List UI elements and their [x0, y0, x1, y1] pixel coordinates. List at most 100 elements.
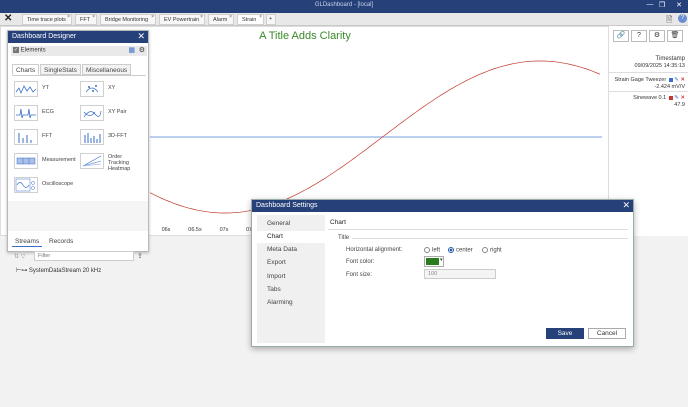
tab-charts[interactable]: Charts	[12, 64, 40, 75]
designer-header[interactable]: Dashboard Designer ✕	[8, 31, 148, 43]
edit-icon[interactable]: ✎	[674, 77, 679, 83]
radio-label: right	[490, 247, 502, 254]
close-icon[interactable]: ×	[67, 14, 70, 20]
divider	[12, 75, 146, 76]
section-title: Chart	[330, 219, 346, 226]
font-size-input[interactable]	[424, 269, 496, 279]
tab-miscellaneous[interactable]: Miscellaneous	[82, 64, 132, 75]
color-swatch-icon	[668, 95, 673, 100]
tab-label: FFT	[80, 17, 91, 23]
add-tab-button[interactable]: +	[266, 14, 276, 25]
xy-chart-icon	[80, 81, 104, 97]
align-right-option[interactable]: right	[482, 247, 502, 254]
chart-type-label: XY	[108, 85, 116, 91]
minimize-icon[interactable]: —	[644, 1, 656, 8]
checkbox-icon[interactable]: ✓	[13, 47, 19, 53]
designer-title: Dashboard Designer	[12, 33, 77, 40]
settings-nav: General Chart Meta Data Export Import Ta…	[257, 215, 325, 343]
tab-time-trace-plots[interactable]: Time trace plots ×	[22, 14, 72, 25]
edit-icon[interactable]: ✎	[674, 95, 679, 101]
channel-name: Sinewave 0.1	[633, 95, 667, 101]
3d-fft-chart-icon	[80, 129, 104, 145]
nav-tabs[interactable]: Tabs	[257, 284, 325, 296]
xy-pair-chart-icon	[80, 105, 104, 121]
trash-icon[interactable]: 🗑	[667, 30, 683, 42]
channel-row[interactable]: Strain Gage Tweezer ✎ ✕	[615, 77, 685, 83]
radio-icon[interactable]	[424, 247, 430, 253]
link-icon[interactable]: 🔗	[613, 30, 629, 42]
tab-strain[interactable]: Strain ×	[237, 14, 264, 25]
filter-icon[interactable]: ⇅ ▽	[14, 253, 25, 260]
tab-bar: Time trace plots × FFT × Bridge Monitoring…	[0, 13, 688, 26]
stream-item[interactable]: ⊢⊶ SystemDataStream 20 kHz	[16, 267, 101, 274]
close-icon[interactable]: ×	[259, 14, 262, 20]
align-left-option[interactable]: left	[424, 247, 440, 254]
stream-tree-icon: ⊢⊶	[16, 268, 28, 274]
oscilloscope-chart-icon	[14, 177, 38, 193]
divider	[609, 72, 688, 73]
nav-general[interactable]: General	[257, 218, 325, 230]
align-center-option[interactable]: center	[448, 247, 473, 254]
filter-input[interactable]	[34, 251, 134, 261]
help-button-icon[interactable]: ?	[631, 30, 647, 42]
window-title: GLDashboard - [local]	[314, 2, 374, 8]
radio-selected-icon[interactable]	[448, 247, 454, 253]
window-titlebar: GLDashboard - [local] — ❐ ✕	[0, 0, 688, 13]
restore-icon[interactable]: ❐	[656, 1, 668, 9]
x-tick-label: 07s	[220, 227, 229, 233]
close-icon[interactable]: ×	[151, 14, 154, 20]
tab-records[interactable]: Records	[46, 236, 76, 247]
font-color-label: Font color:	[346, 259, 375, 265]
channel-name: Strain Gage Tweezer	[614, 77, 667, 83]
font-color-picker[interactable]: ▾	[424, 256, 444, 267]
tab-fft[interactable]: FFT ×	[75, 14, 97, 25]
nav-alarming[interactable]: Alarming	[257, 297, 325, 309]
tab-label: EV Powertrain	[164, 17, 200, 23]
save-button[interactable]: Save	[546, 328, 584, 339]
nav-chart[interactable]: Chart	[257, 231, 325, 243]
window-close-icon[interactable]: ✕	[673, 1, 685, 9]
close-icon[interactable]: ✕	[137, 31, 145, 42]
settings-header[interactable]: Dashboard Settings ✕	[252, 200, 633, 212]
channel-row[interactable]: Sinewave 0.1 ✎ ✕	[633, 95, 685, 101]
close-icon[interactable]: ×	[229, 14, 232, 20]
close-icon[interactable]: ×	[92, 14, 95, 20]
tab-alarm[interactable]: Alarm ×	[208, 14, 234, 25]
nav-export[interactable]: Export	[257, 257, 325, 269]
tab-singlestats[interactable]: SingleStats	[40, 64, 81, 75]
divider	[609, 91, 688, 92]
tab-streams[interactable]: Streams	[12, 236, 43, 247]
help-icon[interactable]: ?	[678, 14, 687, 23]
dashboard-designer-panel: Dashboard Designer ✕ ✓ Elements ▦ ⚙ Chart…	[7, 30, 149, 274]
chart-type-label: XY Pair	[108, 109, 127, 115]
grid-icon[interactable]: ▦	[128, 46, 135, 54]
chart-type-label: Oscilloscope	[42, 181, 74, 187]
nav-meta-data[interactable]: Meta Data	[257, 244, 325, 256]
tab-bridge-monitoring[interactable]: Bridge Monitoring ×	[100, 14, 156, 25]
upload-icon[interactable]: ⇪	[137, 252, 143, 260]
radio-icon[interactable]	[482, 247, 488, 253]
elements-toggle[interactable]: ✓ Elements ▦ ⚙	[11, 46, 147, 56]
chart-type-label: 3D-FFT	[108, 133, 127, 139]
close-icon[interactable]: ✕	[622, 200, 630, 211]
tab-ev-powertrain[interactable]: EV Powertrain ×	[159, 14, 205, 25]
remove-icon[interactable]: ✕	[680, 95, 685, 101]
close-dashboard-icon[interactable]: ✕	[4, 13, 12, 24]
x-tick-label: 06s	[162, 227, 171, 233]
h-align-label: Horizontal alignment:	[346, 247, 403, 253]
radio-label: center	[456, 247, 473, 254]
cancel-button[interactable]: Cancel	[588, 328, 626, 339]
nav-import[interactable]: Import	[257, 271, 325, 283]
chart-type-label: ECG	[42, 109, 54, 115]
settings-title: Dashboard Settings	[256, 202, 318, 209]
fft-chart-icon	[14, 129, 38, 145]
close-icon[interactable]: ×	[200, 14, 203, 20]
chart-type-label: YT	[42, 85, 50, 91]
group-title: Title	[338, 235, 350, 241]
remove-icon[interactable]: ✕	[680, 77, 685, 83]
chevron-down-icon[interactable]: ▾	[440, 257, 443, 263]
heatmap-chart-icon	[80, 153, 104, 169]
gear-icon[interactable]: ⚙	[649, 30, 665, 42]
gear-icon[interactable]: ⚙	[139, 46, 145, 54]
timestamp-value: 09/09/2025 14:35:13	[634, 63, 685, 69]
